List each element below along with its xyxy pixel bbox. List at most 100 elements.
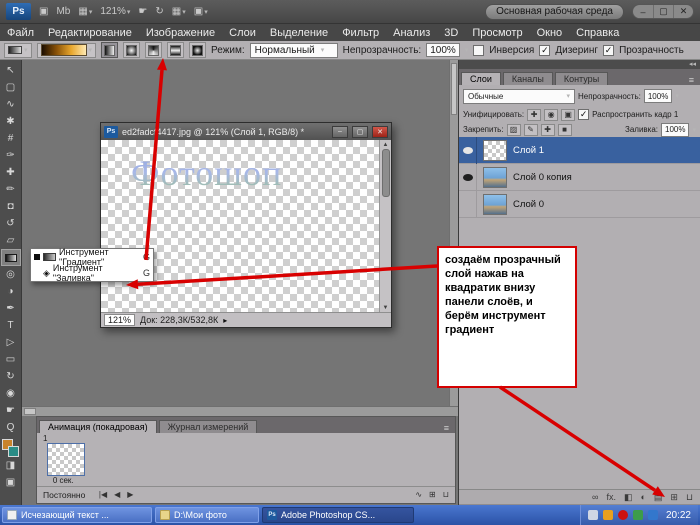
loop-select[interactable]: Постоянно ▾ [43, 490, 92, 500]
previous-frame-button[interactable]: ◀ [114, 490, 120, 499]
chevron-down-icon[interactable]: ▾ [692, 126, 696, 134]
menu-analysis[interactable]: Анализ [386, 24, 437, 41]
hand-tool-icon[interactable]: ☛ [138, 6, 147, 17]
tray-icon-1[interactable] [588, 510, 598, 520]
document-close-button[interactable]: ✕ [372, 126, 388, 138]
eraser-tool[interactable]: ▱ [1, 232, 21, 249]
hand-tool[interactable]: ☛ [1, 402, 21, 419]
screen-mode-icon[interactable]: ▣▾ [194, 6, 208, 17]
reflected-gradient-button[interactable] [167, 42, 184, 58]
brush-tool[interactable]: ✏ [1, 181, 21, 198]
document-minimize-button[interactable]: – [332, 126, 348, 138]
transparency-checkbox[interactable]: ✓ [603, 45, 614, 56]
layer-name[interactable]: Слой 0 копия [513, 172, 572, 183]
view-extras-icon[interactable]: ▦▾ [78, 6, 92, 17]
unify-visibility-icon[interactable]: ◉ [544, 109, 558, 121]
clone-stamp-tool[interactable]: ◘ [1, 198, 21, 215]
quick-mask-button[interactable]: ◨ [1, 457, 21, 474]
visibility-toggle[interactable] [459, 164, 477, 191]
tray-icon-2[interactable] [603, 510, 613, 520]
screen-mode-button[interactable]: ▣ [1, 474, 21, 491]
mini-bridge-icon[interactable]: Mb [56, 6, 70, 17]
frame-thumbnail[interactable] [47, 443, 85, 476]
tool-preset-picker[interactable]: ▾ [4, 43, 32, 58]
collapse-dock-icon[interactable]: ◂◂ [689, 61, 696, 68]
opacity-input[interactable]: 100% [426, 43, 460, 57]
flyout-item-bucket[interactable]: ◈ Инструмент "Заливка" G [31, 265, 153, 281]
tab-animation[interactable]: Анимация (покадровая) [39, 420, 157, 433]
menu-file[interactable]: Файл [0, 24, 41, 41]
gradient-tool[interactable] [1, 249, 21, 266]
marquee-tool[interactable]: ▢ [1, 79, 21, 96]
3d-orbit-tool[interactable]: ◉ [1, 385, 21, 402]
menu-edit[interactable]: Редактирование [41, 24, 139, 41]
blend-mode-select[interactable]: Нормальный ▾ [250, 43, 338, 58]
scroll-up-icon[interactable]: ▲ [383, 140, 389, 149]
workspace-hscrollbar[interactable] [22, 406, 458, 416]
document-zoom-input[interactable]: 121% [104, 314, 135, 326]
menu-select[interactable]: Выделение [263, 24, 335, 41]
tab-channels[interactable]: Каналы [503, 72, 553, 85]
tab-paths[interactable]: Контуры [555, 72, 608, 85]
linear-gradient-button[interactable] [101, 42, 118, 58]
tray-icon-5[interactable] [648, 510, 658, 520]
layer-row-1[interactable]: Слой 1 [459, 137, 700, 164]
path-selection-tool[interactable]: ▷ [1, 334, 21, 351]
background-color-swatch[interactable] [8, 446, 19, 457]
layer-opacity-input[interactable]: 100% [644, 89, 672, 103]
delete-layer-icon[interactable]: ⊔ [686, 493, 693, 502]
lasso-tool[interactable]: ∿ [1, 96, 21, 113]
angle-gradient-button[interactable] [145, 42, 162, 58]
healing-brush-tool[interactable]: ✚ [1, 164, 21, 181]
panel-menu-icon[interactable]: ≡ [685, 75, 698, 85]
menu-3d[interactable]: 3D [437, 24, 465, 41]
layer-row-2[interactable]: Слой 0 копия [459, 164, 700, 191]
scroll-down-icon[interactable]: ▼ [383, 303, 389, 312]
layer-group-icon[interactable]: ▤ [654, 493, 663, 502]
menu-filter[interactable]: Фильтр [335, 24, 386, 41]
first-frame-button[interactable]: |◀ [99, 490, 107, 499]
lock-all-icon[interactable]: ■ [558, 124, 572, 136]
duplicate-frame-icon[interactable]: ⊞ [429, 490, 436, 499]
gradient-editor[interactable]: ▾ [37, 43, 97, 58]
layer-blend-mode-select[interactable]: Обычные ▾ [463, 89, 575, 104]
scroll-thumb[interactable] [451, 63, 457, 115]
status-options-icon[interactable]: ▸ [223, 316, 227, 325]
tab-measurement-log[interactable]: Журнал измерений [159, 420, 258, 433]
arrange-documents-icon[interactable]: ▦▾ [172, 6, 186, 17]
document-titlebar[interactable]: Ps ed2fadcf4417.jpg @ 121% (Слой 1, RGB/… [101, 123, 391, 140]
taskbar-item-folder[interactable]: D:\Мои фото [155, 507, 259, 523]
history-brush-tool[interactable]: ↺ [1, 215, 21, 232]
unify-style-icon[interactable]: ▣ [561, 109, 575, 121]
eyedropper-tool[interactable]: ✑ [1, 147, 21, 164]
layer-thumbnail[interactable] [483, 194, 507, 215]
color-swatches[interactable] [2, 439, 19, 457]
quick-selection-tool[interactable]: ✱ [1, 113, 21, 130]
layer-style-icon[interactable]: fx. [606, 493, 616, 502]
crop-tool[interactable]: # [1, 130, 21, 147]
blur-tool[interactable]: ◎ [1, 266, 21, 283]
taskbar-item-text-doc[interactable]: Исчезающий текст ... [2, 507, 152, 523]
dodge-tool[interactable]: ◑ [1, 283, 21, 300]
invert-checkbox[interactable] [473, 45, 484, 56]
move-tool[interactable]: ↖ [1, 62, 21, 79]
chevron-down-icon[interactable]: ▾ [675, 92, 679, 100]
type-tool[interactable]: T [1, 317, 21, 334]
radial-gradient-button[interactable] [123, 42, 140, 58]
close-button[interactable]: ✕ [673, 5, 693, 18]
document-vscrollbar[interactable]: ▲ ▼ [379, 140, 391, 312]
unify-position-icon[interactable]: ✚ [527, 109, 541, 121]
visibility-toggle[interactable] [459, 191, 477, 218]
layer-row-3[interactable]: Слой 0 [459, 191, 700, 218]
tray-icon-3[interactable] [618, 510, 628, 520]
3d-rotate-tool[interactable]: ↻ [1, 368, 21, 385]
menu-image[interactable]: Изображение [139, 24, 222, 41]
pen-tool[interactable]: ✒ [1, 300, 21, 317]
tab-layers[interactable]: Слои [461, 72, 501, 85]
play-button[interactable]: ▶ [127, 490, 133, 499]
tray-icon-4[interactable] [633, 510, 643, 520]
frame-delay[interactable]: 0 сек. ▾ [43, 476, 89, 485]
zoom-level[interactable]: 121%▾ [100, 6, 130, 17]
link-layers-icon[interactable]: ∞ [592, 493, 598, 502]
lock-pixels-icon[interactable]: ✎ [524, 124, 538, 136]
